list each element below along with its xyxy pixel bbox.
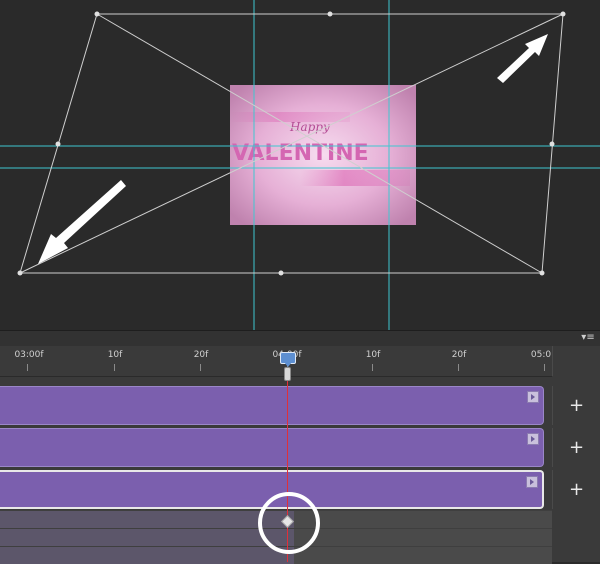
keyframe-row-inactive [294,511,552,528]
document-canvas[interactable]: Happy VALENTINE [0,0,600,330]
highlight-circle [258,492,320,554]
keyframe-row-active [0,547,294,564]
handle-bottom-right [539,270,545,276]
keyframe-row-inactive [294,547,552,564]
add-media-button[interactable]: + [552,428,600,467]
ruler-tick [114,364,115,371]
time-ruler[interactable]: 03:00f 10f 20f 04:00f 10f 20f 05:0 [0,346,552,377]
ruler-label: 10f [365,350,381,360]
clip-expand-icon[interactable] [526,476,538,488]
canvas-image: Happy VALENTINE [230,85,416,225]
handle-middle-left [55,141,61,147]
clip-expand-icon[interactable] [527,391,539,403]
playhead-knob[interactable] [284,367,291,381]
handle-bottom-middle [278,270,284,276]
image-text-happy: Happy [289,120,330,134]
timeline-panel-header: ▾≡ [0,330,600,346]
video-track-clip-2[interactable] [0,428,544,467]
add-media-button[interactable]: + [552,386,600,425]
keyframe-row-active [0,529,294,546]
panel-menu-icon[interactable]: ▾≡ [580,332,596,344]
handle-middle-right [549,141,555,147]
ruler-tick [458,364,459,371]
ruler-tick [544,364,545,371]
ruler-tick [27,364,28,371]
canvas-overlay: Happy VALENTINE [0,0,600,330]
ruler-label: 05:0 [530,350,552,360]
keyframe-row-active [0,511,294,528]
ruler-label: 03:00f [14,350,44,360]
keyframe-row-inactive [294,529,552,546]
ruler-label: 10f [107,350,123,360]
timeline-panel: ▾≡ 03:00f 10f 20f 04:00f 10f 20f 05:0 + … [0,330,600,564]
playhead-icon[interactable] [280,352,296,367]
ruler-tick [200,364,201,371]
add-media-button[interactable]: + [552,470,600,509]
handle-bottom-left [17,270,23,276]
handle-top-left [94,11,100,17]
transform-bounding-box[interactable] [19,13,564,274]
handle-top-right [560,11,566,17]
clip-expand-icon[interactable] [527,433,539,445]
ruler-tick [372,364,373,371]
ruler-label: 20f [451,350,467,360]
arrow-icon-down-left [38,180,126,264]
ruler-label: 20f [193,350,209,360]
handle-top-middle [327,11,333,17]
ruler-right-area [552,346,600,376]
video-track-clip-1[interactable] [0,386,544,425]
